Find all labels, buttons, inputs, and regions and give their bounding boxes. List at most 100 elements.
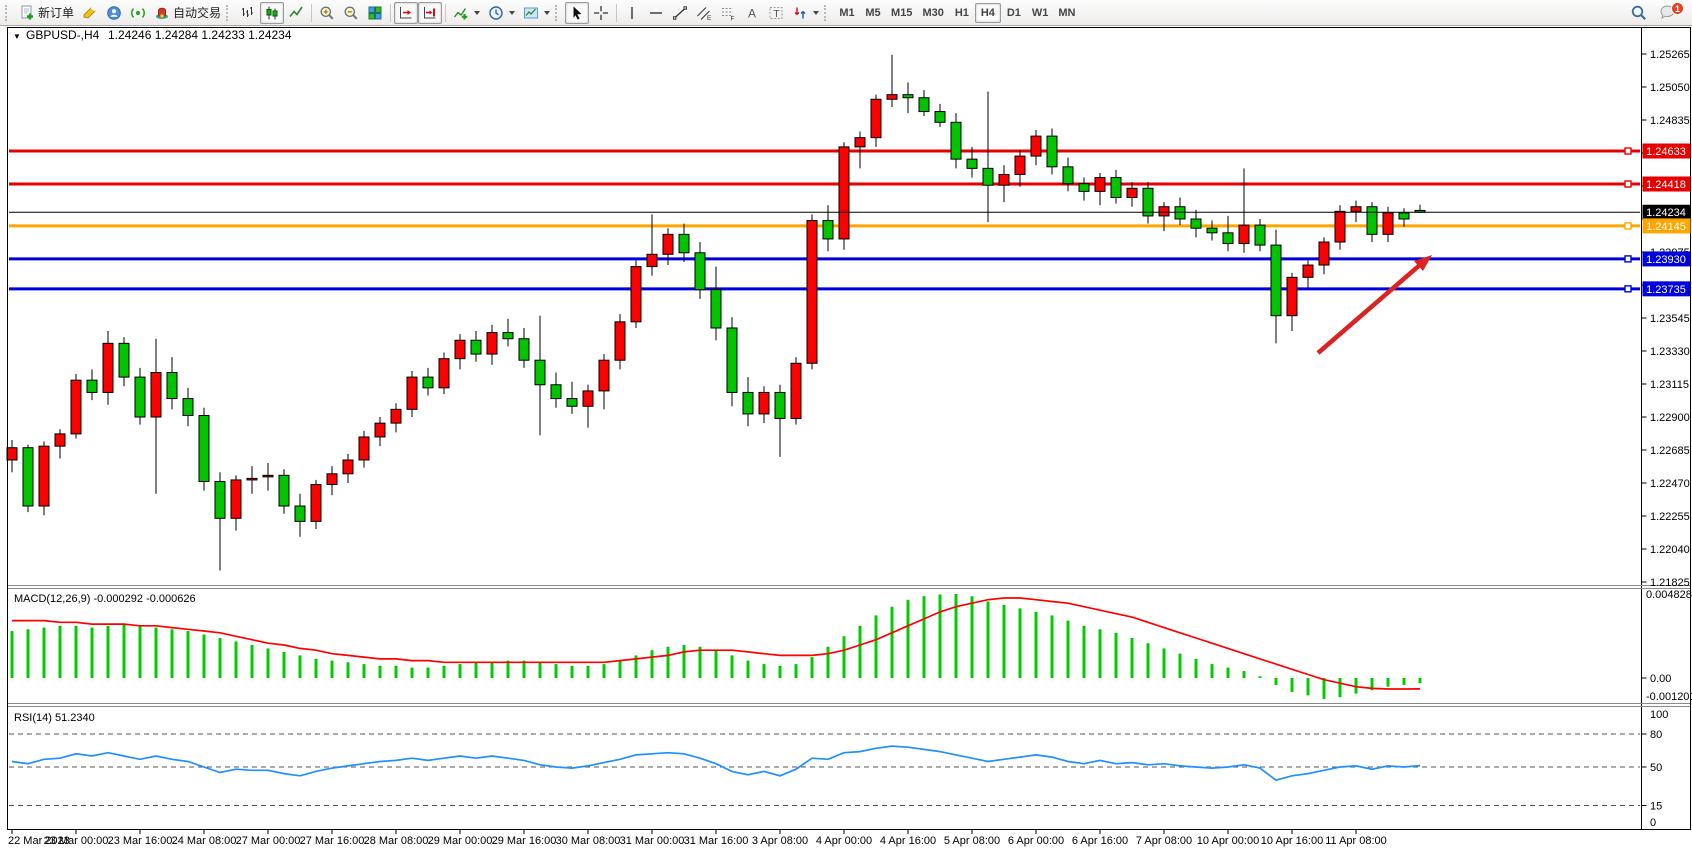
new-order-button[interactable]: 新订单	[15, 2, 78, 24]
community-icon	[106, 5, 122, 21]
time-tick-label: 10 Apr 00:00	[1197, 835, 1259, 847]
rsi-tick-label: 80	[1650, 729, 1662, 741]
community-button[interactable]	[102, 2, 126, 24]
auto-scroll-button[interactable]	[394, 2, 418, 24]
periods-clock-icon	[488, 5, 504, 21]
time-tick-label: 27 Mar 16:00	[300, 835, 365, 847]
price-tick-label: 1.22255	[1650, 511, 1690, 523]
tile-windows-button[interactable]	[363, 2, 387, 24]
toolbar-separator	[390, 4, 391, 22]
time-tick-label: 29 Mar 16:00	[492, 835, 557, 847]
candle	[631, 260, 641, 328]
timeframe-w1-button[interactable]: W1	[1027, 3, 1054, 23]
auto-trading-label: 自动交易	[173, 4, 221, 21]
hline-handle[interactable]	[1625, 181, 1631, 187]
rsi-tick-label: 50	[1650, 762, 1662, 774]
macd-zero-label: 0.00	[1650, 673, 1671, 685]
time-tick-label: 28 Mar 08:00	[364, 835, 429, 847]
periods-button[interactable]	[484, 2, 519, 24]
price-tick-label: 1.23545	[1650, 313, 1690, 325]
cursor-button[interactable]	[565, 2, 589, 24]
search-icon	[1630, 4, 1648, 22]
price-tick-label: 1.23115	[1650, 379, 1689, 391]
new-order-icon	[19, 5, 35, 21]
symbol-dropdown-icon[interactable]: ▼	[13, 32, 21, 41]
timeframe-mn-button[interactable]: MN	[1053, 3, 1080, 23]
notifications-button[interactable]: 1	[1658, 2, 1682, 24]
svg-text:1.23735: 1.23735	[1646, 284, 1686, 296]
price-tick-label: 1.22470	[1650, 478, 1690, 490]
templates-button[interactable]	[519, 2, 554, 24]
time-tick-label: 11 Apr 08:00	[1325, 835, 1387, 847]
text-tool-icon: A	[744, 5, 760, 21]
hline-handle[interactable]	[1625, 148, 1631, 154]
zoom-out-icon	[343, 5, 359, 21]
time-tick-label: 4 Apr 16:00	[880, 835, 936, 847]
svg-text:1.24234: 1.24234	[1646, 207, 1686, 219]
text-tool-button[interactable]: A	[740, 2, 764, 24]
price-tick-label: 1.25050	[1650, 82, 1690, 94]
time-tick-label: 30 Mar 08:00	[556, 835, 621, 847]
profiles-button[interactable]	[78, 2, 102, 24]
hline-handle[interactable]	[1625, 223, 1631, 229]
vertical-line-button[interactable]	[620, 2, 644, 24]
zoom-in-button[interactable]	[315, 2, 339, 24]
timeframe-m30-button[interactable]: M30	[917, 3, 948, 23]
horizontal-line-icon	[648, 5, 664, 21]
candlestick-chart-button[interactable]	[260, 2, 284, 24]
notification-badge: 1	[1671, 2, 1684, 15]
profiles-icon	[82, 5, 98, 21]
price-tick-label: 1.24835	[1650, 115, 1690, 127]
rsi-indicator-label: RSI(14) 51.2340	[14, 712, 95, 724]
svg-text:1.24633: 1.24633	[1646, 146, 1686, 158]
timeframe-h4-button[interactable]: H4	[975, 3, 1001, 23]
templates-icon	[523, 5, 539, 21]
timeframe-h1-button[interactable]: H1	[949, 3, 975, 23]
candle	[839, 142, 849, 249]
text-label-button[interactable]: T	[764, 2, 788, 24]
svg-text:T: T	[773, 8, 780, 20]
indicators-button[interactable]	[449, 2, 484, 24]
crosshair-button[interactable]	[589, 2, 613, 24]
zoom-out-button[interactable]	[339, 2, 363, 24]
search-button[interactable]	[1626, 2, 1652, 24]
auto-trading-button[interactable]: 自动交易	[150, 2, 225, 24]
timeframe-m5-button[interactable]: M5	[860, 3, 886, 23]
candle	[311, 480, 321, 529]
arrows-tool-button[interactable]	[788, 2, 823, 24]
toolbar-separator	[616, 4, 617, 22]
line-chart-button[interactable]	[284, 2, 308, 24]
candlestick-chart-icon	[264, 5, 280, 21]
hline-handle[interactable]	[1625, 286, 1631, 292]
fibonacci-button[interactable]: F	[716, 2, 740, 24]
toolbar-grip	[555, 5, 562, 21]
trendline-button[interactable]	[668, 2, 692, 24]
time-tick-label: 6 Apr 00:00	[1008, 835, 1064, 847]
timeframe-m15-button[interactable]: M15	[886, 3, 917, 23]
svg-text:1.24145: 1.24145	[1646, 221, 1686, 233]
equid-channel-icon: E	[696, 5, 712, 21]
line-chart-icon	[288, 5, 304, 21]
bar-chart-button[interactable]	[236, 2, 260, 24]
signals-button[interactable]	[126, 2, 150, 24]
cursor-icon	[569, 5, 585, 21]
rsi-tick-label: 15	[1650, 801, 1662, 813]
toolbar-separator	[311, 4, 312, 22]
timeframe-d1-button[interactable]: D1	[1001, 3, 1027, 23]
price-chart[interactable]: 1.252651.250501.248351.246201.244051.241…	[0, 26, 1692, 850]
toolbar-grip	[824, 5, 831, 21]
rsi-tick-label: 0	[1650, 817, 1656, 829]
equidistant-channel-button[interactable]: E	[692, 2, 716, 24]
main-toolbar: 新订单 自动交易	[0, 0, 1692, 26]
time-tick-label: 29 Mar 00:00	[428, 835, 493, 847]
time-tick-label: 7 Apr 08:00	[1136, 835, 1192, 847]
mt4-window: { "toolbar": { "new_order": "新订单", "auto…	[0, 0, 1692, 850]
chart-shift-button[interactable]	[418, 2, 442, 24]
rsi-tick-label: 100	[1650, 709, 1668, 721]
toolbar-grip	[5, 5, 12, 21]
candle	[71, 374, 81, 438]
time-tick-label: 4 Apr 00:00	[816, 835, 872, 847]
horizontal-line-button[interactable]	[644, 2, 668, 24]
timeframe-m1-button[interactable]: M1	[834, 3, 860, 23]
hline-handle[interactable]	[1625, 256, 1631, 262]
